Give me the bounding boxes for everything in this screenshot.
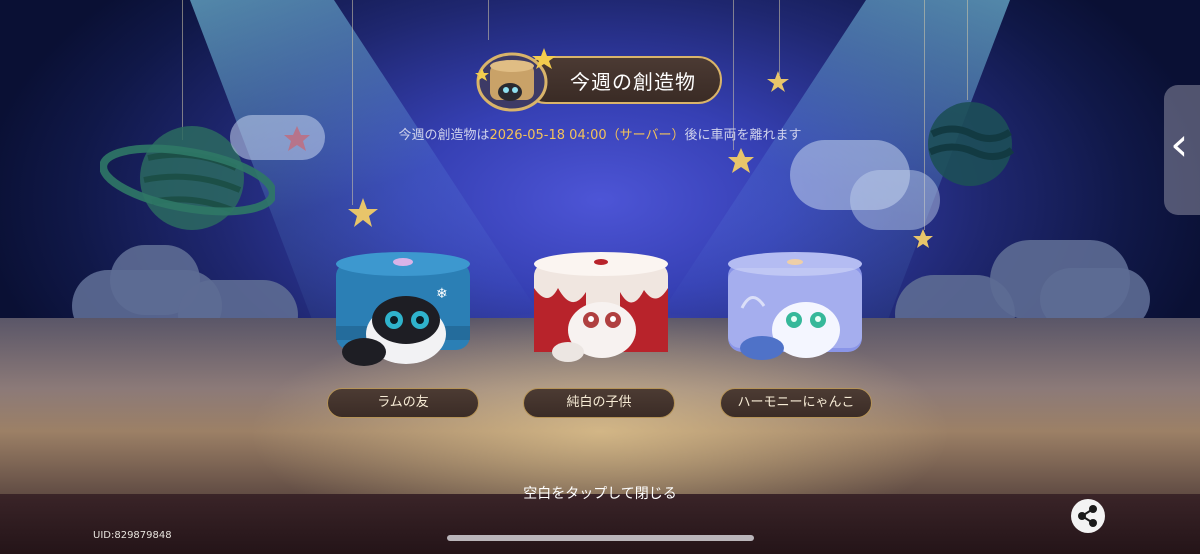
pure-white-child-creature-icon	[534, 252, 668, 362]
hanging-string	[967, 0, 968, 100]
star-decoration	[728, 148, 754, 173]
hanging-string	[488, 0, 489, 40]
creature-label-3: ハーモニーにゃんこ	[737, 395, 855, 410]
star-decoration	[767, 71, 789, 92]
tap-to-close-hint: 空白をタップして閉じる	[523, 486, 677, 502]
creature-label-button-1[interactable]: ラムの友	[327, 388, 479, 418]
creature-label-button-3[interactable]: ハーモニーにゃんこ	[720, 388, 872, 418]
creature-label-button-2[interactable]: 純白の子供	[523, 388, 675, 418]
subtitle-suffix: 後に車両を離れます	[684, 128, 802, 143]
hanging-string	[779, 0, 780, 75]
leave-schedule-text: 今週の創造物は2026-05-18 04:00（サーバー）後に車両を離れます	[0, 124, 1200, 143]
stage-background[interactable]: 今週の創造物 今週の創造物は2026-05-18 04:00（サーバー）後に車両…	[0, 0, 1200, 554]
rams-friend-creature-icon: ❄	[336, 252, 470, 366]
svg-text:❄: ❄	[436, 286, 448, 302]
uid-label: UID:829879848	[93, 530, 172, 541]
banner-title: 今週の創造物	[570, 70, 696, 94]
harmony-cat-creature-icon	[728, 252, 862, 360]
subtitle-prefix: 今週の創造物は	[398, 128, 490, 143]
star-decoration	[913, 229, 933, 248]
title-banner: 今週の創造物	[474, 48, 724, 112]
side-panel-tab[interactable]: ‹	[1164, 85, 1200, 215]
creature-emblem-icon	[475, 48, 556, 112]
planet-decoration	[928, 102, 1015, 186]
stage-apron	[0, 494, 1200, 554]
hanging-string	[352, 0, 353, 205]
cloud-decoration	[850, 170, 940, 230]
creature-label-1: ラムの友	[377, 395, 429, 410]
home-indicator-bar[interactable]	[447, 535, 754, 541]
share-button[interactable]	[1071, 499, 1105, 533]
chevron-left-icon: ‹	[1170, 117, 1189, 171]
creature-label-2: 純白の子供	[566, 395, 632, 410]
share-icon	[1078, 505, 1097, 527]
leave-date: 2026-05-18 04:00（サーバー）	[489, 128, 685, 143]
star-decoration	[348, 198, 378, 227]
